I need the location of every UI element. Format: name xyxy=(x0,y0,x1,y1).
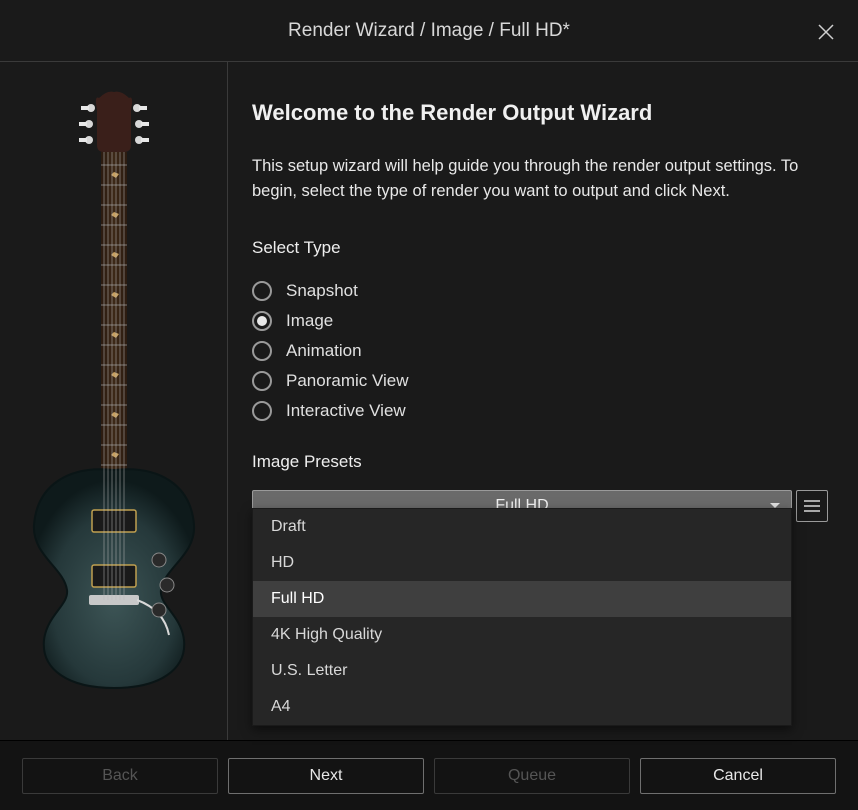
preset-option-a4[interactable]: A4 xyxy=(253,689,791,725)
guitar-preview-image xyxy=(19,90,209,690)
radio-image[interactable]: Image xyxy=(252,306,828,336)
radio-label: Animation xyxy=(286,341,362,361)
cancel-button[interactable]: Cancel xyxy=(640,758,836,794)
preset-option-us-letter[interactable]: U.S. Letter xyxy=(253,653,791,689)
radio-label: Interactive View xyxy=(286,401,406,421)
radio-label: Snapshot xyxy=(286,281,358,301)
radio-icon xyxy=(252,401,272,421)
radio-icon xyxy=(252,311,272,331)
radio-interactive-view[interactable]: Interactive View xyxy=(252,396,828,426)
radio-snapshot[interactable]: Snapshot xyxy=(252,276,828,306)
radio-icon xyxy=(252,281,272,301)
radio-icon xyxy=(252,341,272,361)
next-button[interactable]: Next xyxy=(228,758,424,794)
image-presets-label: Image Presets xyxy=(252,452,828,472)
preset-option-hd[interactable]: HD xyxy=(253,545,791,581)
radio-panoramic-view[interactable]: Panoramic View xyxy=(252,366,828,396)
wizard-content: Welcome to the Render Output Wizard This… xyxy=(228,62,858,740)
preset-option-draft[interactable]: Draft xyxy=(253,509,791,545)
back-button: Back xyxy=(22,758,218,794)
dialog-title: Render Wizard / Image / Full HD* xyxy=(288,20,570,42)
radio-label: Panoramic View xyxy=(286,371,409,391)
select-type-label: Select Type xyxy=(252,238,828,258)
select-type-group: Snapshot Image Animation Panoramic View … xyxy=(252,276,828,426)
footer: Back Next Queue Cancel xyxy=(0,740,858,810)
preset-list-button[interactable] xyxy=(796,490,828,522)
close-button[interactable] xyxy=(812,18,840,46)
intro-text: This setup wizard will help guide you th… xyxy=(252,154,812,204)
radio-label: Image xyxy=(286,311,333,331)
close-icon xyxy=(816,22,836,42)
image-preset-dropdown: Draft HD Full HD 4K High Quality U.S. Le… xyxy=(252,508,792,726)
preset-option-full-hd[interactable]: Full HD xyxy=(253,581,791,617)
radio-icon xyxy=(252,371,272,391)
list-icon xyxy=(803,499,821,513)
radio-animation[interactable]: Animation xyxy=(252,336,828,366)
page-heading: Welcome to the Render Output Wizard xyxy=(252,100,828,126)
queue-button: Queue xyxy=(434,758,630,794)
preset-option-4k[interactable]: 4K High Quality xyxy=(253,617,791,653)
titlebar: Render Wizard / Image / Full HD* xyxy=(0,0,858,62)
preview-sidebar xyxy=(0,62,228,740)
